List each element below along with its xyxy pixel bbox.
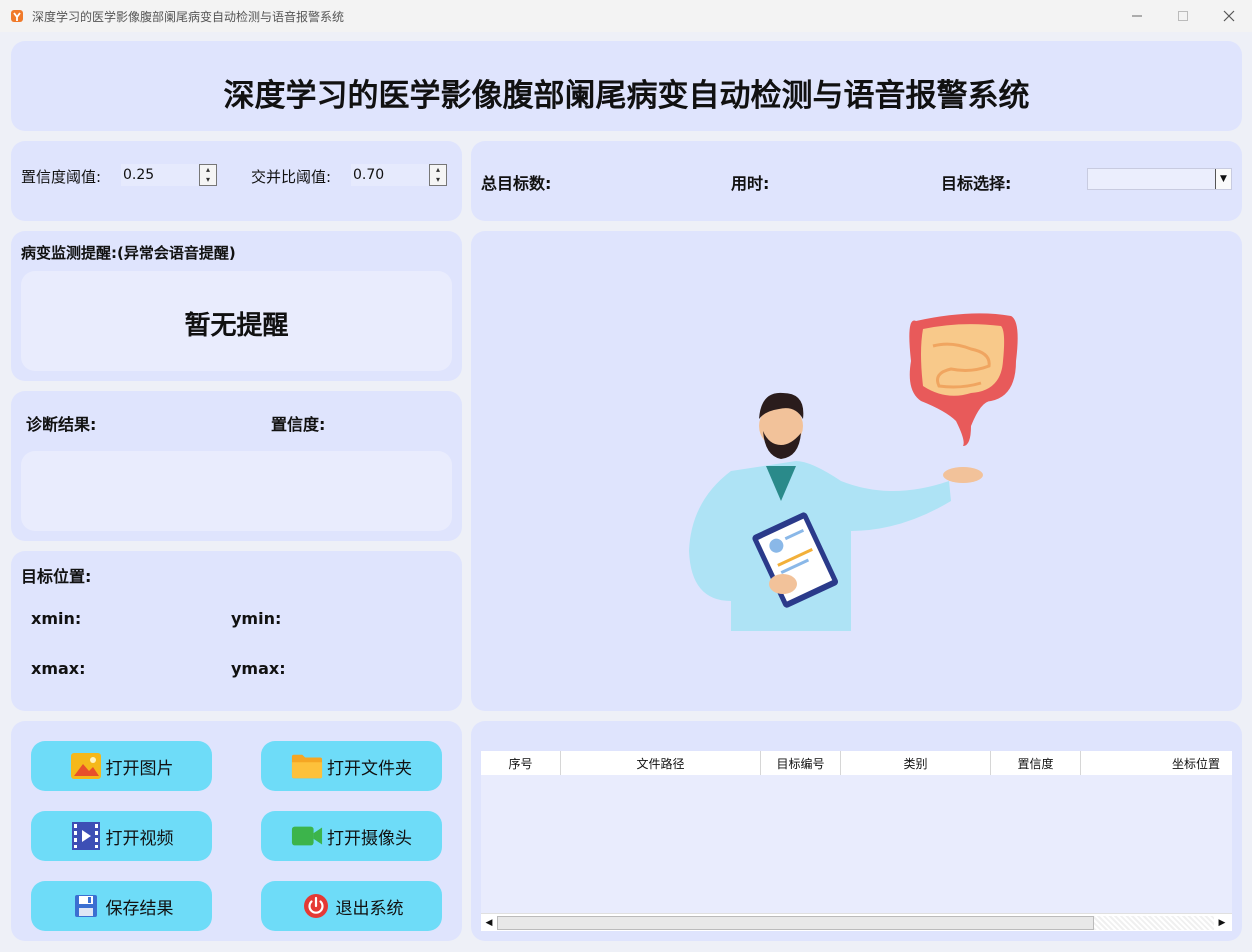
maximize-icon <box>1178 11 1188 21</box>
iou-threshold-value: 0.70 <box>353 167 385 183</box>
image-display-panel <box>471 231 1242 711</box>
open-video-button[interactable]: 打开视频 <box>31 811 212 861</box>
iou-threshold-spinbox[interactable]: 0.70 ▴ ▾ <box>351 164 447 186</box>
close-icon <box>1223 10 1235 22</box>
minimize-button[interactable] <box>1114 0 1160 32</box>
header-panel: 深度学习的医学影像腹部阑尾病变自动检测与语音报警系统 <box>11 41 1242 131</box>
camera-icon <box>291 821 323 851</box>
scrollbar-track[interactable] <box>1094 916 1214 930</box>
open-image-label: 打开图片 <box>105 758 174 779</box>
open-folder-label: 打开文件夹 <box>327 758 412 779</box>
target-select-label: 目标选择: <box>941 174 1012 193</box>
alert-label: 病变监测提醒:(异常会语音提醒) <box>21 244 236 262</box>
close-button[interactable] <box>1206 0 1252 32</box>
intestine-icon <box>909 313 1018 446</box>
save-icon <box>70 891 102 921</box>
iou-spin-arrows-icon[interactable]: ▴ ▾ <box>429 164 447 186</box>
diagnosis-result-box <box>21 451 452 531</box>
conf-spin-arrows-icon[interactable]: ▴ ▾ <box>199 164 217 186</box>
results-table: 序号 文件路径 目标编号 类别 置信度 坐标位置 ◀ ▶ <box>481 751 1232 931</box>
alert-panel: 病变监测提醒:(异常会语音提醒) 暂无提醒 <box>11 231 462 381</box>
window-titlebar: 深度学习的医学影像腹部阑尾病变自动检测与语音报警系统 <box>0 0 1252 32</box>
open-camera-label: 打开摄像头 <box>327 828 412 849</box>
maximize-button[interactable] <box>1160 0 1206 32</box>
exit-system-label: 退出系统 <box>335 898 404 919</box>
results-table-panel: 序号 文件路径 目标编号 类别 置信度 坐标位置 ◀ ▶ <box>471 721 1242 941</box>
open-camera-button[interactable]: 打开摄像头 <box>261 811 442 861</box>
target-select-dropdown[interactable]: ▼ <box>1087 168 1232 190</box>
app-logo-icon <box>11 10 23 22</box>
iou-threshold-label: 交并比阈值: <box>251 168 332 186</box>
diagnosis-panel: 诊断结果: 置信度: <box>11 391 462 541</box>
column-header-class[interactable]: 类别 <box>841 751 991 775</box>
image-icon <box>70 751 102 781</box>
buttons-panel: 打开图片 打开文件夹 打开视频 打开摄像头 保存结果 退出系统 <box>11 721 462 941</box>
xmax-label: xmax: <box>31 659 86 678</box>
time-used-label: 用时: <box>731 174 770 193</box>
open-image-button[interactable]: 打开图片 <box>31 741 212 791</box>
ymax-label: ymax: <box>231 659 286 678</box>
page-title: 深度学习的医学影像腹部阑尾病变自动检测与语音报警系统 <box>223 78 1030 114</box>
open-video-label: 打开视频 <box>105 828 174 849</box>
diagnosis-result-label: 诊断结果: <box>26 415 97 434</box>
column-header-target-id[interactable]: 目标编号 <box>761 751 841 775</box>
xmin-label: xmin: <box>31 609 82 628</box>
horizontal-scrollbar[interactable]: ◀ ▶ <box>481 913 1232 931</box>
exit-system-button[interactable]: 退出系统 <box>261 881 442 931</box>
conf-threshold-spinbox[interactable]: 0.25 ▴ ▾ <box>121 164 217 186</box>
scrollbar-thumb[interactable] <box>497 916 1094 930</box>
position-panel: 目标位置: xmin: ymin: xmax: ymax: <box>11 551 462 711</box>
power-icon <box>300 891 332 921</box>
conf-threshold-value: 0.25 <box>123 167 155 183</box>
folder-icon <box>291 751 323 781</box>
table-header-row: 序号 文件路径 目标编号 类别 置信度 坐标位置 <box>481 751 1232 775</box>
doctor-illustration <box>689 313 1018 631</box>
save-result-button[interactable]: 保存结果 <box>31 881 212 931</box>
stats-panel: 总目标数: 用时: 目标选择: ▼ <box>471 141 1242 221</box>
target-position-label: 目标位置: <box>21 567 92 586</box>
alert-message-box: 暂无提醒 <box>21 271 452 371</box>
scroll-left-icon[interactable]: ◀ <box>483 917 495 929</box>
chevron-down-icon[interactable]: ▼ <box>1215 169 1231 189</box>
open-folder-button[interactable]: 打开文件夹 <box>261 741 442 791</box>
column-header-confidence[interactable]: 置信度 <box>991 751 1081 775</box>
minimize-icon <box>1132 15 1142 17</box>
total-targets-label: 总目标数: <box>481 174 552 193</box>
threshold-panel: 置信度阈值: 0.25 ▴ ▾ 交并比阈值: 0.70 ▴ ▾ <box>11 141 462 221</box>
conf-threshold-label: 置信度阈值: <box>21 168 102 186</box>
diagnosis-confidence-label: 置信度: <box>271 415 326 434</box>
window-title: 深度学习的医学影像腹部阑尾病变自动检测与语音报警系统 <box>32 9 345 24</box>
video-icon <box>70 821 102 851</box>
scroll-right-icon[interactable]: ▶ <box>1216 917 1228 929</box>
column-header-coordinates[interactable]: 坐标位置 <box>1081 751 1232 775</box>
column-header-file-path[interactable]: 文件路径 <box>561 751 761 775</box>
column-header-index[interactable]: 序号 <box>481 751 561 775</box>
save-result-label: 保存结果 <box>105 898 174 919</box>
alert-message: 暂无提醒 <box>184 311 289 341</box>
ymin-label: ymin: <box>231 609 282 628</box>
